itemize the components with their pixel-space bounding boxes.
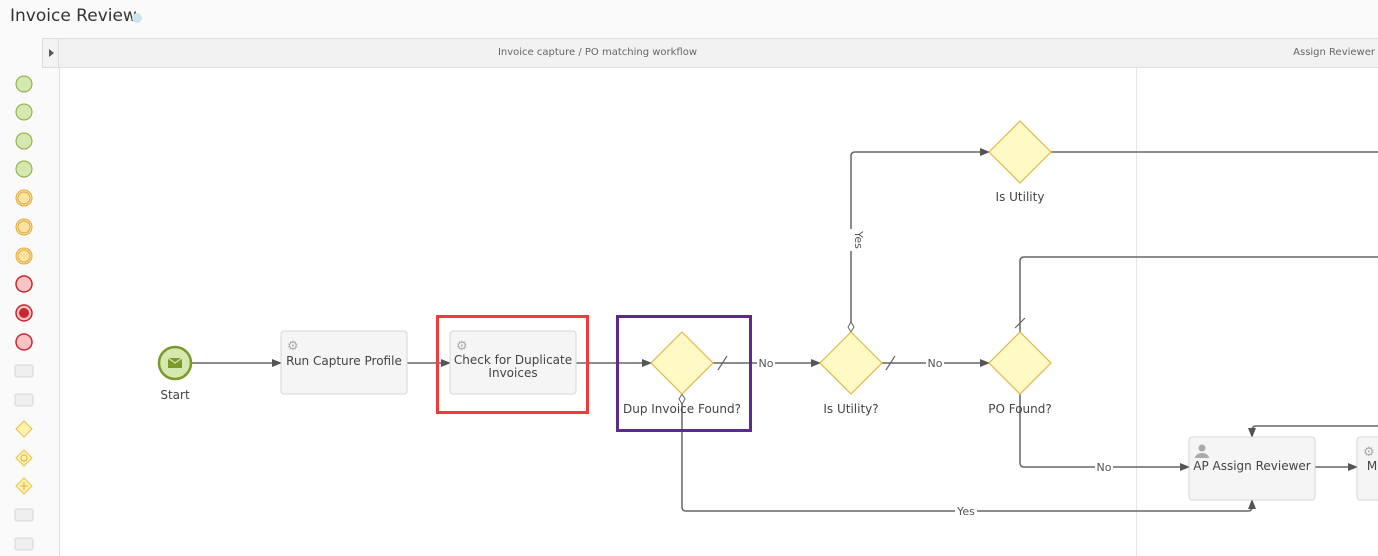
edge-po-yes[interactable] — [1019, 256, 1378, 332]
edge-label-no: No — [1097, 461, 1112, 474]
edge-label-no: No — [928, 357, 943, 370]
start-event[interactable] — [157, 345, 193, 381]
escalation-event-icon[interactable] — [15, 189, 33, 207]
task-ap-assign-reviewer[interactable] — [1188, 436, 1316, 501]
edge-label-no: No — [759, 357, 774, 370]
top-bar — [0, 0, 1378, 39]
highlight-purple-box — [616, 315, 752, 432]
edge-label-yes: Yes — [956, 505, 975, 518]
task-label: M — [1367, 459, 1377, 473]
subprocess-icon[interactable] — [14, 393, 34, 407]
svg-text:⚙: ⚙ — [287, 339, 299, 354]
envelope-icon — [168, 358, 182, 368]
lane-header-assign: Assign Reviewer — [1136, 38, 1378, 68]
task-label: AP Assign Reviewer — [1193, 459, 1311, 473]
palette-toggle-button[interactable] — [42, 38, 59, 68]
edge-util-yes[interactable] — [850, 148, 990, 332]
svg-text:⚙: ⚙ — [1363, 445, 1375, 460]
start-label: Start — [160, 388, 190, 402]
lane-header-capture: Invoice capture / PO matching workflow — [59, 38, 1137, 68]
gateway-label: Is Utility — [996, 190, 1045, 204]
script-task-icon[interactable] — [14, 537, 34, 551]
task-next[interactable] — [1356, 436, 1378, 501]
terminate-end-event-icon[interactable] — [15, 304, 33, 322]
error-end-event-icon[interactable] — [15, 333, 33, 351]
edge-po-no[interactable] — [1019, 394, 1190, 471]
signal-start-event-icon[interactable] — [15, 160, 33, 178]
end-event-icon[interactable] — [15, 275, 33, 293]
user-task-icon[interactable] — [14, 364, 34, 378]
task-label: Run Capture Profile — [286, 354, 402, 368]
info-icon[interactable] — [132, 13, 142, 23]
gateway-is-utility[interactable] — [988, 120, 1052, 184]
service-task-icon[interactable] — [14, 508, 34, 522]
gateway-label: Is Utility? — [823, 402, 878, 416]
intermediate-escalation-event-icon[interactable] — [15, 218, 33, 236]
user-icon — [1195, 444, 1209, 458]
edge-dup-yes[interactable] — [681, 394, 1256, 512]
start-event-icon[interactable] — [15, 75, 33, 93]
gateway-is-utility-question[interactable] — [819, 331, 883, 395]
message-start-event-icon[interactable] — [15, 103, 33, 121]
gateway-po-found[interactable] — [988, 331, 1052, 395]
page-title: Invoice Review — [10, 6, 137, 26]
intermediate-timer-event-icon[interactable] — [15, 247, 33, 265]
highlight-red-box — [436, 315, 589, 414]
edge-label-yes: Yes — [852, 230, 865, 249]
edge-into-ap[interactable] — [1248, 425, 1378, 438]
task-run-capture-profile[interactable] — [280, 330, 408, 395]
timer-start-event-icon[interactable] — [15, 132, 33, 150]
gateway-label: PO Found? — [988, 402, 1052, 416]
